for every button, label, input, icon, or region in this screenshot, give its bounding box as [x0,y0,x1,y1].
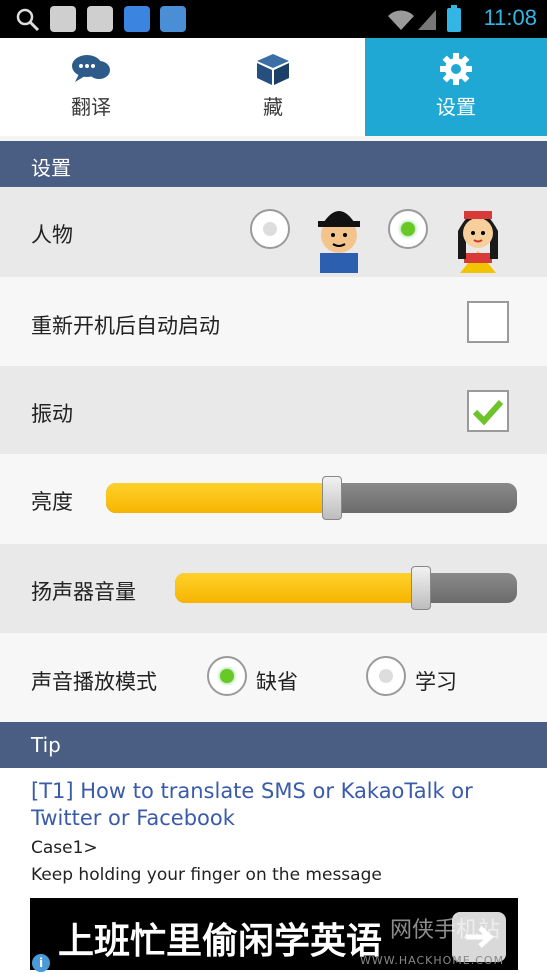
male-character-avatar [318,211,360,273]
box-icon [257,54,289,85]
tip-text-line: Keep holding your finger on the message [31,865,382,885]
brightness-label: 亮度 [31,490,73,514]
female-character-avatar [458,211,498,273]
watermark-url: WWW.HACKHOME.COM [360,954,505,967]
section-title: 设置 [31,156,71,180]
tab-label: 藏 [263,95,283,119]
vibrate-label: 振动 [31,402,73,426]
gear-icon [440,53,472,85]
signal-icon [418,10,436,30]
playback-mode-row: 声音播放模式 缺省 学习 [0,633,547,722]
tab-translate[interactable]: 翻译 [0,38,182,136]
playback-study-label[interactable]: 学习 [415,666,457,696]
wifi-icon [388,10,414,30]
character-label: 人物 [31,223,73,247]
tip-text-line: Case1> [31,838,98,858]
section-title: Tip [31,733,61,757]
character-male-radio[interactable] [250,209,290,249]
slider-fill [106,483,332,513]
watermark-text: 网侠手机站 [390,918,501,943]
character-row: 人物 [0,187,547,277]
autostart-label: 重新开机后自动启动 [31,314,220,338]
speaker-volume-row: 扬声器音量 [0,544,547,633]
slider-thumb[interactable] [322,476,342,520]
clock: 11:08 [483,5,537,30]
chat-bubbles-icon [72,55,110,82]
checkmark-icon [472,399,504,426]
battery-icon [447,5,461,32]
tip-body[interactable]: [T1] How to translate SMS or KakaoTalk o… [0,768,547,894]
slider-thumb[interactable] [411,566,431,610]
vibrate-row: 振动 [0,366,547,454]
baidu-icon [124,6,150,32]
ad-text: 上班忙里偷闲学英语 [58,921,383,962]
autostart-row: 重新开机后自动启动 [0,277,547,366]
ad-banner[interactable]: 上班忙里偷闲学英语 网侠手机站 WWW.HACKHOME.COM [0,894,547,974]
tab-collection[interactable]: 藏 [182,38,364,136]
tab-bar: 翻译 藏 设置 [0,38,547,136]
playback-default-label[interactable]: 缺省 [256,666,298,696]
brightness-slider[interactable] [106,476,517,520]
playback-mode-label: 声音播放模式 [31,670,157,694]
settings-section-header: 设置 [0,141,547,187]
tip-section-header: Tip [0,722,547,768]
speaker-volume-label: 扬声器音量 [31,580,136,604]
app-icon [50,6,76,32]
app-icon [160,6,186,32]
tab-settings[interactable]: 设置 [365,38,547,136]
tab-label: 翻译 [71,95,111,119]
speaker-volume-slider[interactable] [175,566,517,610]
tab-label: 设置 [436,95,476,119]
playback-default-radio[interactable] [207,656,247,696]
character-female-radio[interactable] [388,209,428,249]
vibrate-checkbox[interactable] [467,390,509,432]
ad-info-icon[interactable]: i [32,954,50,972]
slider-fill [175,573,421,603]
autostart-checkbox[interactable] [467,301,509,343]
app-icon [87,6,113,32]
tip-title-link[interactable]: [T1] How to translate SMS or KakaoTalk o… [31,778,511,832]
brightness-row: 亮度 [0,454,547,544]
search-icon [16,8,40,32]
playback-study-radio[interactable] [366,656,406,696]
status-bar: 11:08 [0,0,547,38]
